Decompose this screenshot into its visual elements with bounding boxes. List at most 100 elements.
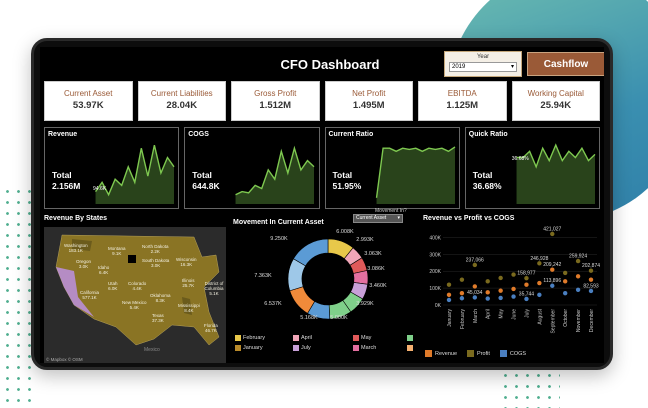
data-point — [511, 272, 516, 277]
legend-item: April — [293, 335, 312, 341]
y-tick-label: 400K — [429, 235, 441, 241]
state-label-new-mexico: New Mexico 5.4K — [122, 300, 147, 310]
state-label-south-dakota: South Dakota 3.0K — [142, 258, 170, 268]
legend-swatch — [293, 345, 299, 351]
data-point — [446, 297, 452, 303]
state-label-florida: Florida 46.7K — [204, 323, 218, 333]
sparkline-title: Quick Ratio — [468, 131, 508, 138]
sparkline-svg — [375, 146, 455, 204]
legend-swatch — [467, 350, 475, 357]
data-point — [537, 280, 542, 286]
donut-slice — [293, 238, 329, 267]
x-tick-label: November — [576, 309, 582, 332]
kpi-value: 25.94K — [540, 100, 572, 111]
legend-item: March — [353, 345, 376, 351]
decorative-dots — [500, 370, 560, 408]
sparkline-area — [235, 148, 315, 204]
kpi-card-ebitda: EBITDA 1.125M — [418, 81, 507, 121]
sparkline-total-value: 644.8K — [192, 181, 220, 191]
data-point — [459, 290, 465, 296]
data-point — [498, 275, 503, 281]
revenue-chart-legend: Revenue Profit COGS — [425, 350, 526, 357]
legend-swatch — [353, 335, 359, 341]
legend-item-profit: Profit — [467, 350, 490, 357]
legend-swatch — [235, 335, 241, 341]
data-point — [588, 277, 594, 282]
data-label: 421,027 — [543, 226, 561, 232]
x-tick-label: December — [589, 309, 595, 332]
x-tick-label: August — [537, 308, 543, 324]
state-label-wisconsin: Wisconsin 16.3K — [176, 257, 197, 267]
state-label-oklahoma: Oklahoma 8.3K — [150, 293, 171, 303]
sparkline-total-value: 2.156M — [52, 181, 81, 191]
x-tick-label: October — [563, 309, 569, 327]
data-label: 113,896 — [543, 278, 561, 284]
country-label: Mexico — [144, 347, 160, 353]
sparkline-total-label: Total — [52, 170, 72, 180]
tablet-frame: CFO Dashboard Year 2019 ▾ Cashflow Curre… — [31, 38, 613, 370]
kpi-value: 53.97K — [72, 100, 104, 111]
data-point — [575, 274, 581, 279]
data-label: 202,874 — [582, 263, 600, 269]
revenue-chart-title: Revenue vs Profit vs COGS — [423, 215, 515, 222]
state-label-texas: Texas 37.3K — [152, 313, 164, 323]
sparkline-title: Current Ratio — [328, 131, 374, 138]
state-label-north-dakota: North Dakota 2.2K — [142, 244, 169, 254]
donut-slice-label: 5.168K — [300, 315, 318, 321]
data-point — [446, 292, 452, 298]
state-label-oregon: Oregon 3.0K — [76, 259, 92, 269]
donut-slice-label: 3.086K — [367, 266, 385, 272]
kpi-card-working-capital: Working Capital 25.94K — [511, 81, 600, 121]
year-select[interactable]: 2019 ▾ — [449, 62, 517, 72]
x-tick-label: April — [486, 309, 492, 319]
data-point — [498, 295, 503, 301]
cashflow-button[interactable]: Cashflow — [527, 52, 604, 76]
data-point — [524, 282, 529, 287]
state-label-california: California 577.1K — [80, 290, 100, 300]
legend-item-cogs: COGS — [499, 350, 526, 357]
kpi-card-current-liabilities: Current Liabilities 28.04K — [137, 81, 226, 121]
legend-swatch — [407, 335, 413, 341]
x-tick-label: January — [447, 309, 453, 327]
data-label: 259,924 — [569, 254, 587, 260]
legend-swatch — [499, 350, 507, 357]
state-label-colorado: Colorado 4.4K — [128, 281, 147, 291]
data-label: 237,066 — [466, 257, 484, 263]
donut-slice-label: 5.000K — [330, 315, 348, 321]
sparkline-area — [95, 145, 174, 204]
kpi-card-current-asset: Current Asset 53.97K — [44, 81, 133, 121]
donut-slice-label: 9.250K — [270, 236, 288, 242]
sparkline-svg — [516, 143, 596, 204]
movement-selector[interactable]: Current Asset ▾ — [353, 214, 403, 223]
state-label-idaho: Idaho 6.4K — [98, 265, 110, 275]
x-tick-label: July — [524, 309, 530, 318]
legend-item: July — [293, 345, 311, 351]
x-tick-label: June — [512, 309, 518, 320]
legend-swatch — [425, 350, 432, 357]
sparkline-card-cogs: COGS Total 644.8K — [184, 127, 320, 209]
data-point — [459, 277, 465, 282]
data-point — [511, 286, 516, 292]
movement-title: Movement In Current Asset — [233, 219, 324, 226]
sparkline-total-label: Total — [192, 170, 212, 180]
donut-slice-label: 3.460K — [369, 283, 387, 289]
kpi-label: Current Liabilities — [150, 89, 213, 98]
state-label-utah: Utah 6.0K — [108, 281, 118, 291]
movement-donut-chart: 6.008K2.993K 3.063K 3.086K 3.460K 3.929K 5.00… — [254, 229, 387, 321]
kpi-label: EBITDA — [447, 89, 477, 98]
data-point — [485, 296, 490, 301]
data-point — [562, 270, 568, 276]
donut-slice-label: 6.008K — [336, 229, 354, 235]
movement-selector-value: Current Asset — [356, 215, 387, 221]
states-map[interactable]: Washington 183.1K Montana 9.1K North Dakot… — [44, 227, 226, 363]
legend-swatch — [293, 335, 299, 341]
legend-item-revenue: Revenue — [425, 350, 457, 357]
donut-slice-label: 6.537K — [264, 301, 282, 307]
sparkline-row: Revenue Total 2.156M 94.6K COGS Total 64… — [44, 127, 600, 209]
sparkline-area — [376, 146, 455, 204]
movement-legend: February April May January July March — [235, 335, 425, 359]
data-point — [485, 290, 490, 295]
state-label-washington: Washington 183.1K — [64, 243, 88, 253]
sparkline-card-revenue: Revenue Total 2.156M 94.6K — [44, 127, 180, 209]
sparkline-svg — [235, 145, 315, 204]
